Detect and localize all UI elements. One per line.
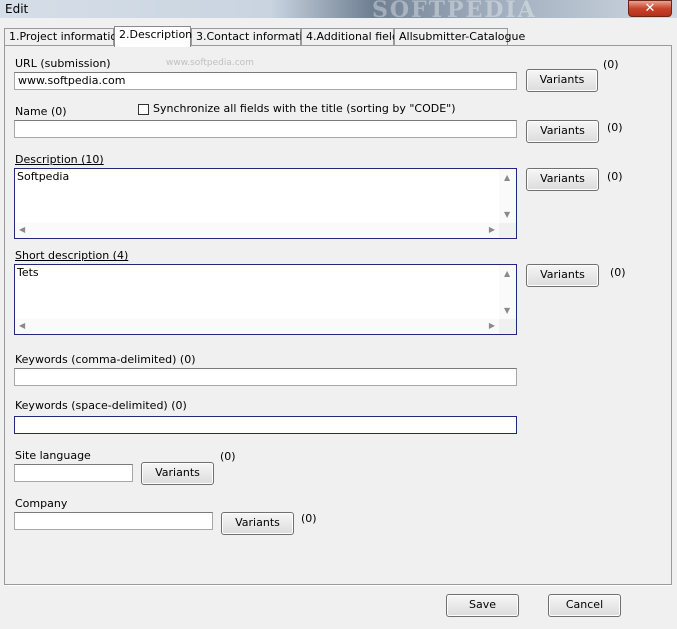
tab-description[interactable]: 2.Description	[114, 26, 192, 47]
scroll-corner	[499, 319, 516, 334]
keywords-space-label: Keywords (space-delimited) (0)	[15, 399, 187, 412]
name-count: (0)	[607, 121, 623, 134]
short-description-textarea[interactable]: Tets ▲ ▼ ◀ ▶	[14, 264, 517, 335]
tab-allsubmitter-catalogue[interactable]: Allsubmitter-Catalogue	[394, 28, 525, 46]
url-count: (0)	[603, 58, 619, 71]
scroll-left-icon[interactable]: ◀	[19, 225, 25, 234]
tab-project-information[interactable]: 1.Project information	[4, 28, 124, 46]
tab-additional-fields[interactable]: 4.Additional fields	[301, 28, 405, 46]
tab-contact-information[interactable]: 3.Contact information	[191, 28, 316, 46]
scroll-up-icon[interactable]: ▲	[504, 269, 510, 278]
softpedia-watermark: SOFTPEDIA	[372, 0, 537, 23]
name-label: Name (0)	[15, 105, 67, 118]
keywords-space-input[interactable]	[14, 416, 517, 434]
save-button[interactable]: Save	[446, 594, 519, 617]
footer-divider	[4, 585, 672, 586]
short-description-variants-button[interactable]: Variants	[526, 264, 599, 287]
company-count: (0)	[301, 512, 317, 525]
scroll-corner	[499, 223, 516, 238]
scroll-left-icon[interactable]: ◀	[19, 321, 25, 330]
url-variants-button[interactable]: Variants	[526, 69, 598, 92]
company-label: Company	[15, 497, 68, 510]
scroll-right-icon[interactable]: ▶	[489, 225, 495, 234]
sync-checkbox[interactable]	[138, 104, 149, 115]
close-icon: ✕	[644, 1, 656, 16]
site-language-count: (0)	[220, 450, 236, 463]
description-textarea[interactable]: Softpedia ▲ ▼ ◀ ▶	[14, 168, 517, 239]
name-variants-button[interactable]: Variants	[526, 120, 599, 143]
site-language-label: Site language	[15, 449, 91, 462]
scroll-right-icon[interactable]: ▶	[489, 321, 495, 330]
description-count: (0)	[607, 170, 623, 183]
name-input[interactable]	[14, 120, 517, 138]
sync-label: Synchronize all fields with the title (s…	[153, 102, 456, 115]
url-input[interactable]: www.softpedia.com	[14, 72, 517, 90]
keywords-comma-label: Keywords (comma-delimited) (0)	[15, 353, 196, 366]
description-vscroll[interactable]: ▲ ▼	[499, 169, 516, 223]
description-variants-button[interactable]: Variants	[526, 168, 599, 191]
scroll-up-icon[interactable]: ▲	[504, 173, 510, 182]
softpedia-url-watermark: www.softpedia.com	[166, 58, 254, 68]
short-description-count: (0)	[610, 266, 626, 279]
scroll-down-icon[interactable]: ▼	[504, 210, 510, 219]
site-language-input[interactable]	[14, 464, 133, 482]
scroll-down-icon[interactable]: ▼	[504, 306, 510, 315]
keywords-comma-input[interactable]	[14, 368, 517, 386]
url-label: URL (submission)	[15, 57, 111, 70]
description-label: Description (10)	[15, 153, 104, 166]
short-description-vscroll[interactable]: ▲ ▼	[499, 265, 516, 319]
title-bar: Edit SOFTPEDIA ✕	[0, 0, 677, 23]
cancel-button[interactable]: Cancel	[548, 594, 621, 617]
description-text: Softpedia	[17, 170, 70, 183]
window-title: Edit	[5, 2, 29, 16]
short-description-hscroll[interactable]: ◀ ▶	[15, 319, 499, 334]
short-description-text: Tets	[17, 266, 39, 279]
description-hscroll[interactable]: ◀ ▶	[15, 223, 499, 238]
close-button[interactable]: ✕	[628, 0, 672, 17]
short-description-label: Short description (4)	[15, 249, 129, 262]
company-variants-button[interactable]: Variants	[221, 512, 294, 535]
site-language-variants-button[interactable]: Variants	[141, 462, 214, 485]
company-input[interactable]	[14, 512, 213, 530]
